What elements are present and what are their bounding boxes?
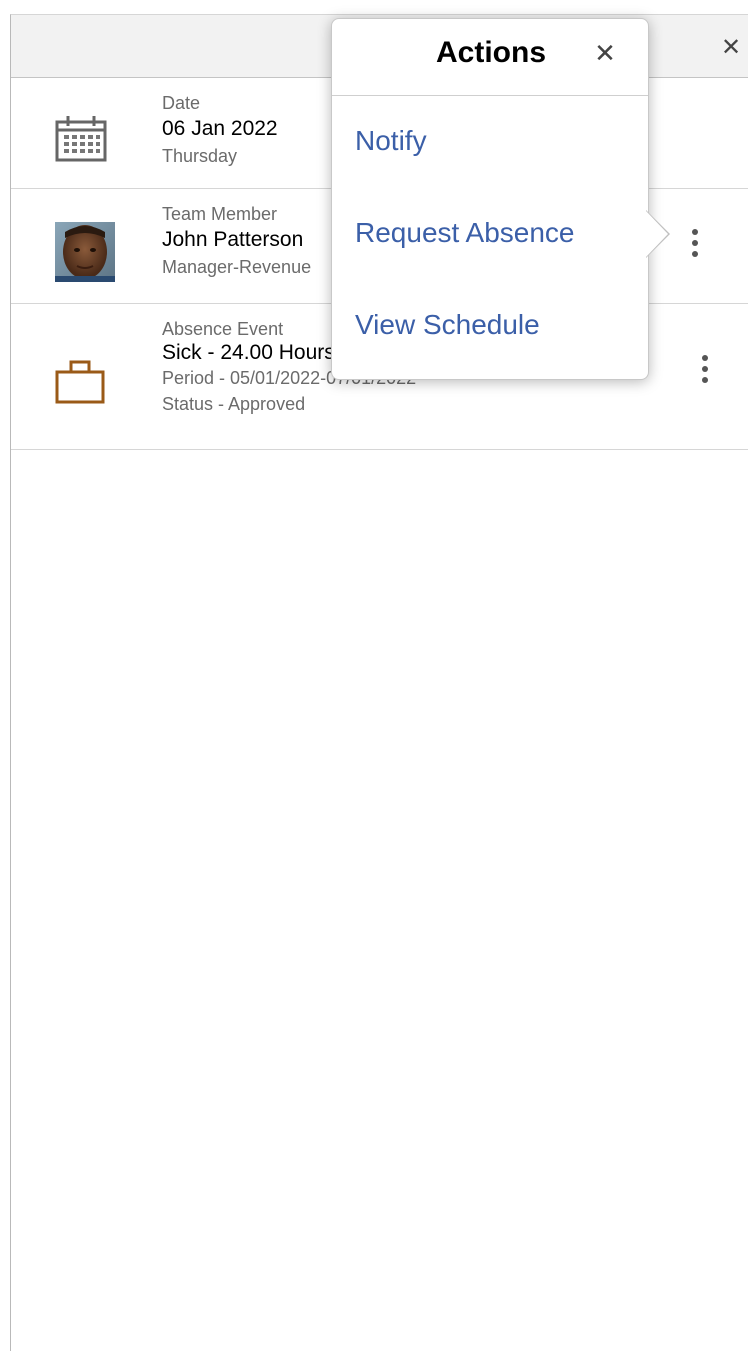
weekday-text: Thursday — [162, 146, 238, 166]
team-member-name: John Patterson — [162, 228, 304, 251]
date-value: 06 Jan 2022 — [162, 117, 278, 140]
action-view-schedule[interactable]: View Schedule — [355, 309, 540, 341]
row-actions-kebab-icon[interactable] — [690, 229, 700, 263]
action-request-absence[interactable]: Request Absence — [355, 217, 575, 249]
panel-close-icon[interactable]: ✕ — [719, 35, 743, 59]
absence-status: Status - Approved — [162, 394, 306, 414]
calendar-icon — [55, 114, 107, 167]
team-member-label: Team Member — [162, 204, 278, 224]
actions-popover: Actions ✕ Notify Request Absence View Sc… — [331, 18, 649, 380]
popover-title: Actions — [436, 36, 547, 69]
date-label: Date — [162, 93, 201, 113]
popover-close-icon[interactable]: ✕ — [592, 39, 618, 69]
action-notify[interactable]: Notify — [355, 125, 427, 157]
popover-caret-fill — [646, 211, 668, 257]
popover-header: Actions ✕ — [332, 19, 648, 96]
briefcase-icon — [55, 360, 105, 409]
team-member-title: Manager-Revenue — [162, 257, 312, 277]
row-actions-kebab-icon[interactable] — [700, 355, 710, 389]
team-member-photo — [55, 222, 115, 287]
